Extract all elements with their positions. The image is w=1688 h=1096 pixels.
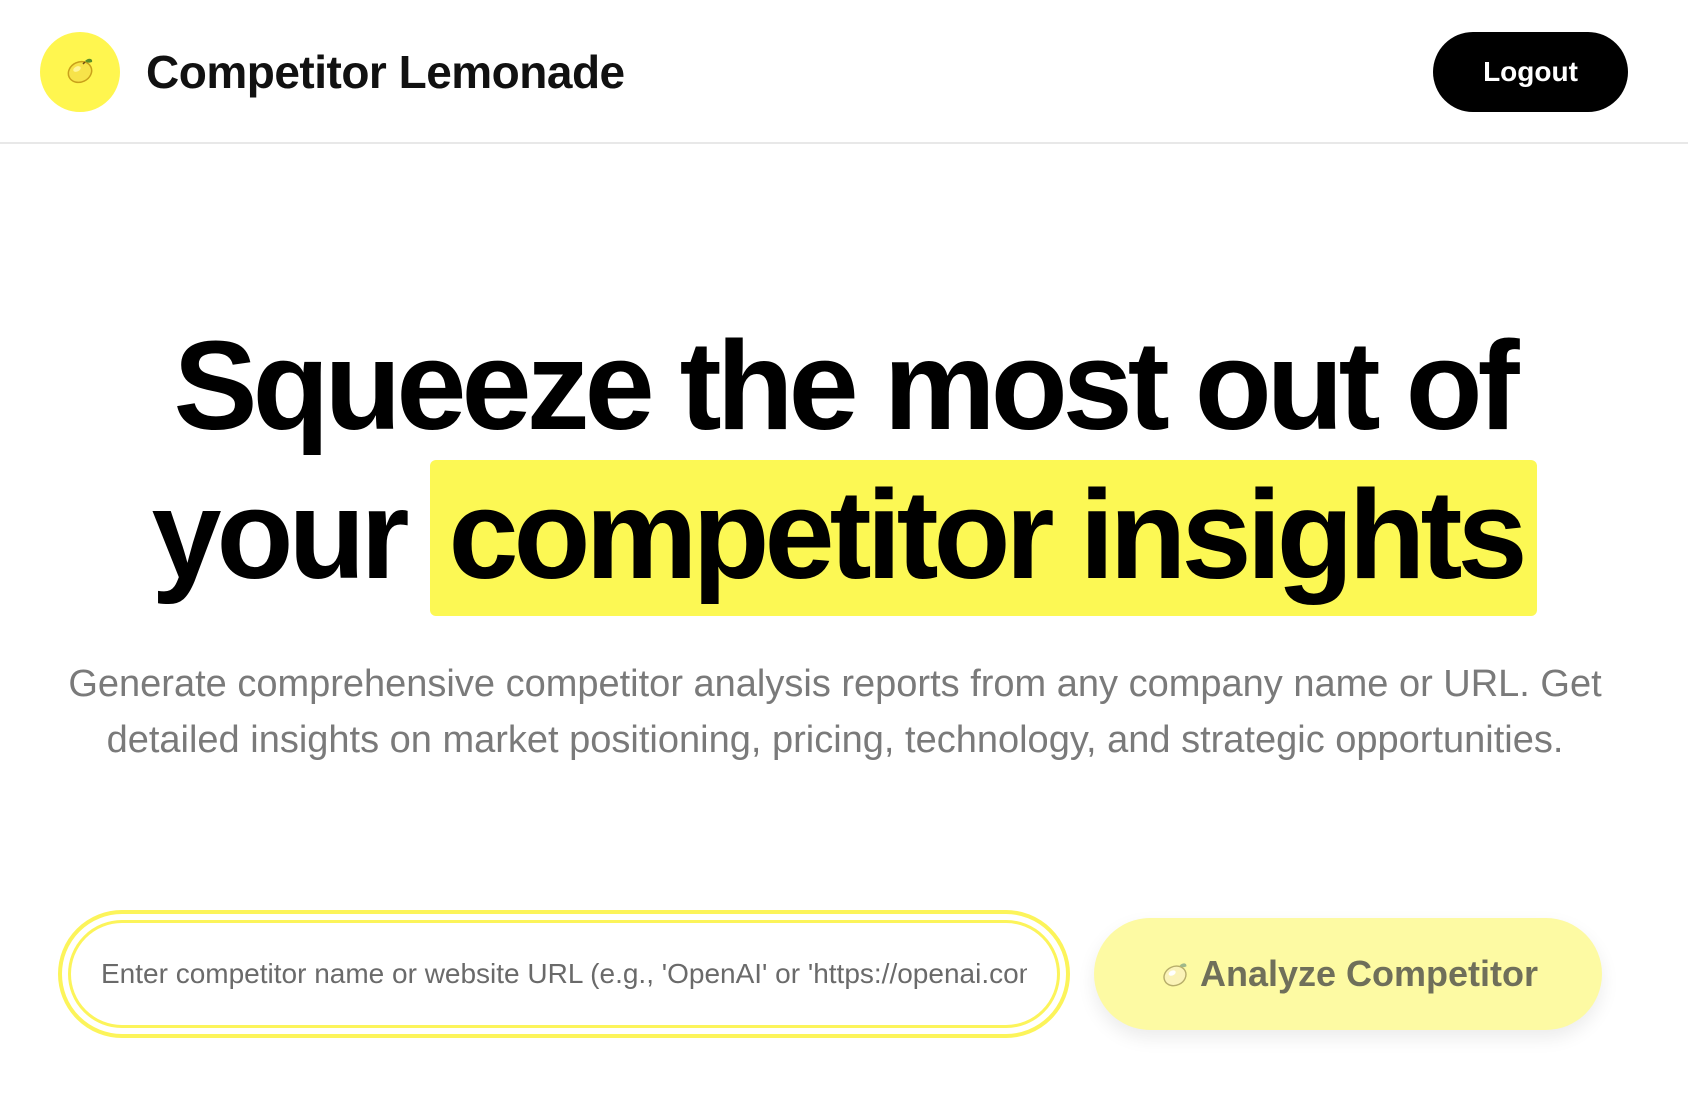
headline-line-2: your competitor insights (0, 460, 1688, 616)
top-nav: Competitor Lemonade Logout (0, 0, 1688, 144)
logo[interactable] (40, 32, 120, 112)
lemon-icon (63, 53, 97, 92)
search-field-wrapper (58, 910, 1070, 1038)
headline-line-1: Squeeze the most out of (173, 315, 1519, 456)
logout-button[interactable]: Logout (1433, 32, 1628, 112)
analyze-competitor-button[interactable]: Analyze Competitor (1094, 918, 1602, 1030)
competitor-search-input[interactable] (68, 920, 1060, 1028)
hero-headline: Squeeze the most out of your competitor i… (0, 312, 1688, 616)
analyze-button-label: Analyze Competitor (1199, 953, 1539, 994)
lemon-icon (1158, 957, 1192, 991)
brand[interactable]: Competitor Lemonade (40, 32, 625, 112)
headline-highlight: competitor insights (430, 460, 1537, 616)
app-title: Competitor Lemonade (146, 46, 625, 98)
hero-subtitle: Generate comprehensive competitor analys… (68, 663, 1602, 761)
headline-line-2-prefix: your (151, 464, 409, 605)
